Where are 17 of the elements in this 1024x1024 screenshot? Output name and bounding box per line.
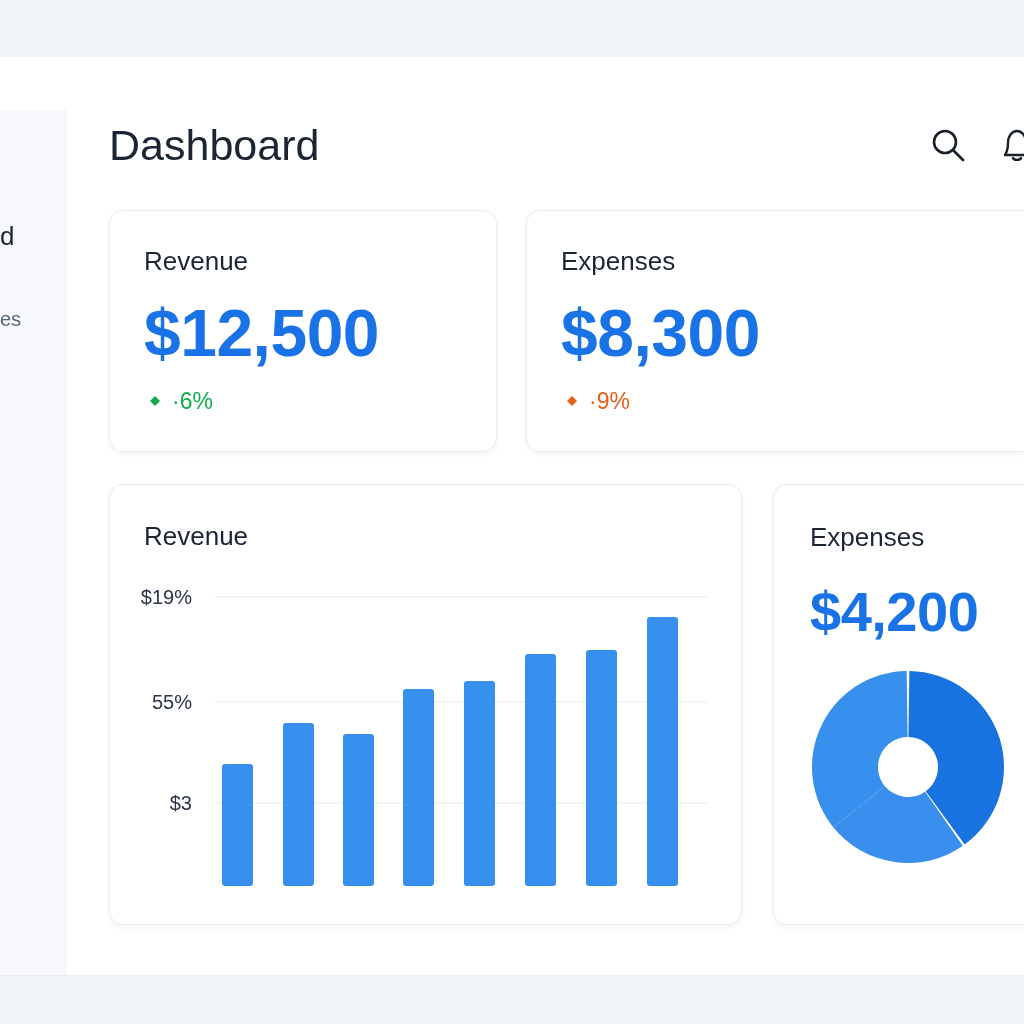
axis-label: $19%	[140, 586, 192, 608]
change-text: ·6%	[172, 388, 213, 414]
change-text: ·9%	[589, 388, 630, 414]
axis-label: 55%	[151, 691, 192, 713]
card-title: Revenue	[144, 246, 249, 277]
stat-value: $12,500	[144, 297, 380, 369]
card-title: Revenue	[144, 521, 249, 552]
page-title: Dashboard	[109, 120, 320, 171]
sidebar-item[interactable]: d	[0, 221, 15, 251]
sidebar-item[interactable]: es	[0, 307, 22, 331]
card-title: Expenses	[561, 246, 676, 277]
axis-label: $3	[169, 792, 192, 814]
stat-value: $4,200	[810, 581, 979, 643]
search-icon[interactable]	[931, 128, 965, 162]
bell-icon[interactable]	[1003, 128, 1024, 162]
stat-value: $8,300	[561, 297, 760, 369]
card-title: Expenses	[810, 522, 925, 553]
